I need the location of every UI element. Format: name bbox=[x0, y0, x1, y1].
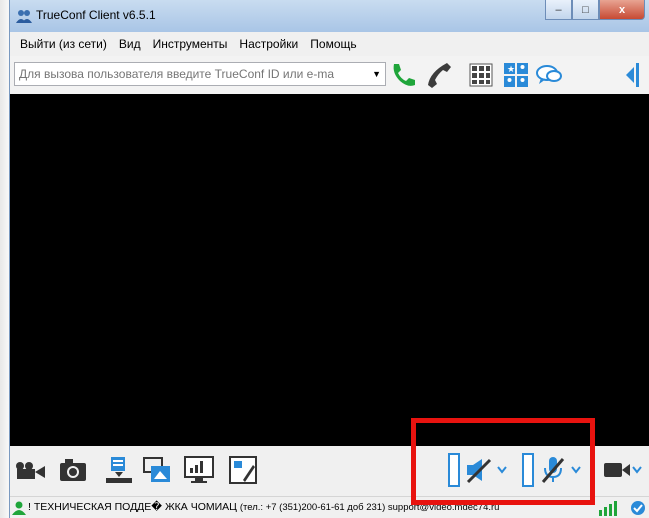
trueconf-logo-icon bbox=[16, 10, 32, 23]
menu-tools[interactable]: Инструменты bbox=[147, 37, 234, 51]
call-toolbar: ▼ ★ bbox=[10, 56, 649, 94]
highlight-frame bbox=[411, 418, 595, 505]
chevron-down-icon[interactable]: ▼ bbox=[372, 69, 381, 79]
close-button[interactable]: x bbox=[599, 0, 645, 20]
chat-icon[interactable] bbox=[534, 60, 564, 90]
desktop-edge bbox=[0, 0, 9, 518]
screen-share-icon[interactable] bbox=[182, 454, 216, 486]
call-icon[interactable] bbox=[388, 60, 418, 90]
menu-help[interactable]: Помощь bbox=[304, 37, 362, 51]
dialpad-icon[interactable] bbox=[466, 60, 496, 90]
window-title: TrueConf Client v6.5.1 bbox=[36, 8, 156, 22]
menu-settings[interactable]: Настройки bbox=[233, 37, 304, 51]
user-online-icon bbox=[12, 501, 26, 515]
svg-text:★: ★ bbox=[507, 65, 515, 75]
status-main-text: ! ТЕХНИЧЕСКАЯ ПОДДЕ� ЖКА ЧОМИАЦ bbox=[28, 501, 240, 513]
signal-strength-icon bbox=[599, 501, 617, 516]
video-area bbox=[10, 94, 649, 446]
status-contact-text: (тел.: +7 (351)200-61-61 доб 231) bbox=[239, 502, 388, 513]
contacts-icon[interactable]: ★ bbox=[501, 60, 531, 90]
call-input-box[interactable]: ▼ bbox=[14, 62, 386, 86]
menu-view[interactable]: Вид bbox=[113, 37, 147, 51]
shield-icon[interactable] bbox=[630, 500, 646, 516]
window-controls: – □ x bbox=[545, 0, 645, 20]
picture-in-picture-icon[interactable] bbox=[140, 454, 174, 486]
slideshow-icon[interactable] bbox=[226, 454, 260, 486]
call-id-input[interactable] bbox=[15, 63, 365, 85]
menu-bar: Выйти (из сети) Вид Инструменты Настройк… bbox=[10, 32, 649, 56]
snapshot-camera-icon[interactable] bbox=[56, 454, 90, 486]
video-camera-icon[interactable] bbox=[14, 454, 48, 486]
camera-toggle-icon[interactable] bbox=[600, 454, 644, 486]
hangup-icon[interactable] bbox=[423, 60, 453, 90]
minimize-button[interactable]: – bbox=[545, 0, 572, 20]
file-transfer-icon[interactable] bbox=[102, 454, 136, 486]
title-bar[interactable]: TrueConf Client v6.5.1 – □ x bbox=[10, 0, 649, 32]
menu-logout[interactable]: Выйти (из сети) bbox=[14, 37, 113, 51]
maximize-button[interactable]: □ bbox=[572, 0, 599, 20]
collapse-panel-icon[interactable] bbox=[620, 60, 644, 90]
